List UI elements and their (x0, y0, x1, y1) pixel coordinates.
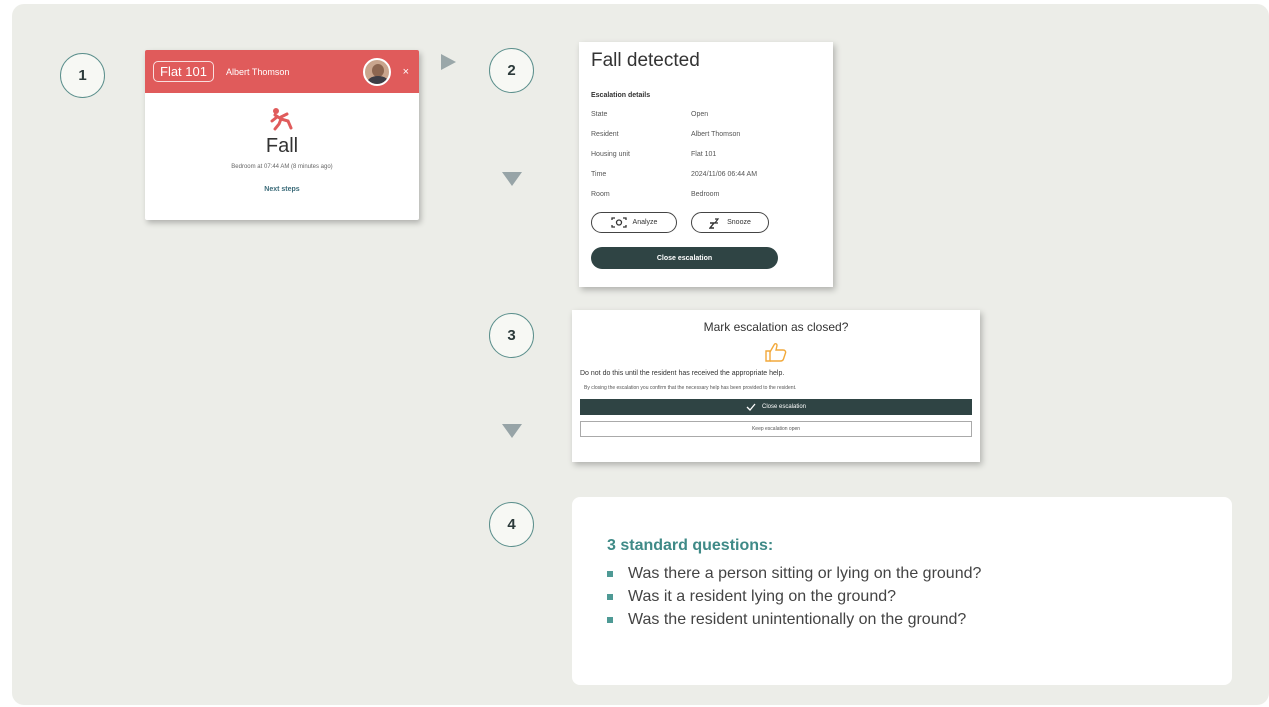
questions-list: Was there a person sitting or lying on t… (607, 565, 1232, 629)
detail-value: Bedroom (691, 191, 720, 198)
keep-open-button[interactable]: Keep escalation open (580, 421, 972, 437)
arrow-down-icon (502, 424, 522, 438)
detail-label: State (591, 111, 608, 118)
alert-body: Fall Bedroom at 07:44 AM (8 minutes ago)… (145, 93, 419, 196)
detail-title: Fall detected (591, 50, 700, 71)
confirm-close-dialog: Mark escalation as closed? Do not do thi… (572, 310, 980, 462)
analyze-label: Analyze (632, 219, 658, 226)
bullet-icon (607, 617, 613, 623)
flat-badge: Flat 101 (153, 61, 214, 82)
question-text: Was there a person sitting or lying on t… (628, 565, 982, 582)
questions-title: 3 standard questions: (607, 537, 774, 554)
step-number: 2 (507, 62, 516, 79)
snooze-button[interactable]: Snooze (691, 212, 769, 233)
check-icon (746, 403, 756, 411)
escalation-detail-card: Fall detected Escalation details State O… (579, 42, 833, 287)
list-item: Was there a person sitting or lying on t… (607, 565, 1232, 583)
detail-row-time: Time 2024/11/06 06:44 AM (591, 171, 821, 178)
step-number: 4 (507, 516, 516, 533)
analyze-icon (610, 217, 627, 228)
list-item: Was the resident unintentionally on the … (607, 611, 1232, 629)
detail-value: Albert Thomson (691, 131, 741, 138)
question-text: Was the resident unintentionally on the … (628, 611, 967, 628)
step-number: 3 (507, 327, 516, 344)
detail-value: Flat 101 (691, 151, 717, 158)
resident-name: Albert Thomson (225, 66, 290, 77)
fall-alert-card[interactable]: Flat 101 Albert Thomson × Fall Bedroom a… (145, 50, 419, 220)
alert-title: Fall (265, 135, 299, 157)
action-buttons: Analyze Snooze (591, 212, 821, 233)
detail-row-resident: Resident Albert Thomson (591, 131, 821, 138)
analyze-button[interactable]: Analyze (591, 212, 677, 233)
thumbs-up-icon (765, 343, 787, 362)
fall-person-icon (270, 108, 293, 131)
standard-questions-card: 3 standard questions: Was there a person… (572, 497, 1232, 685)
detail-rows: State Open Resident Albert Thomson Housi… (591, 111, 821, 198)
detail-section-heading: Escalation details (591, 92, 651, 99)
dialog-title: Mark escalation as closed? (703, 320, 849, 334)
detail-row-room: Room Bedroom (591, 191, 821, 198)
step-badge-1: 1 (60, 53, 105, 98)
list-item: Was it a resident lying on the ground? (607, 588, 1232, 606)
confirm-close-button[interactable]: Close escalation (580, 399, 972, 415)
arrow-down-icon (502, 172, 522, 186)
close-icon[interactable]: × (403, 66, 409, 78)
arrow-right-icon (441, 54, 456, 70)
detail-value: Open (691, 111, 709, 118)
step-badge-4: 4 (489, 502, 534, 547)
close-escalation-button[interactable]: Close escalation (591, 247, 778, 269)
detail-row-state: State Open (591, 111, 821, 118)
detail-value: 2024/11/06 06:44 AM (691, 171, 758, 178)
dialog-warning: Do not do this until the resident has re… (580, 370, 785, 377)
next-steps-link[interactable]: Next steps (264, 186, 299, 193)
alert-header: Flat 101 Albert Thomson × (145, 50, 419, 93)
avatar (362, 57, 391, 86)
detail-row-housing-unit: Housing unit Flat 101 (591, 151, 821, 158)
question-text: Was it a resident lying on the ground? (628, 588, 897, 605)
bullet-icon (607, 594, 613, 600)
bullet-icon (607, 571, 613, 577)
step-number: 1 (78, 67, 87, 84)
detail-label: Housing unit (591, 151, 630, 158)
step-badge-2: 2 (489, 48, 534, 93)
snooze-label: Snooze (727, 219, 751, 226)
detail-label: Room (591, 191, 610, 198)
detail-label: Time (591, 171, 607, 178)
dialog-note: By closing the escalation you confirm th… (584, 385, 797, 391)
confirm-close-label: Close escalation (761, 404, 807, 410)
step-badge-3: 3 (489, 313, 534, 358)
detail-label: Resident (591, 131, 619, 138)
alert-subtitle: Bedroom at 07:44 AM (8 minutes ago) (231, 164, 333, 170)
snooze-icon (709, 217, 720, 229)
